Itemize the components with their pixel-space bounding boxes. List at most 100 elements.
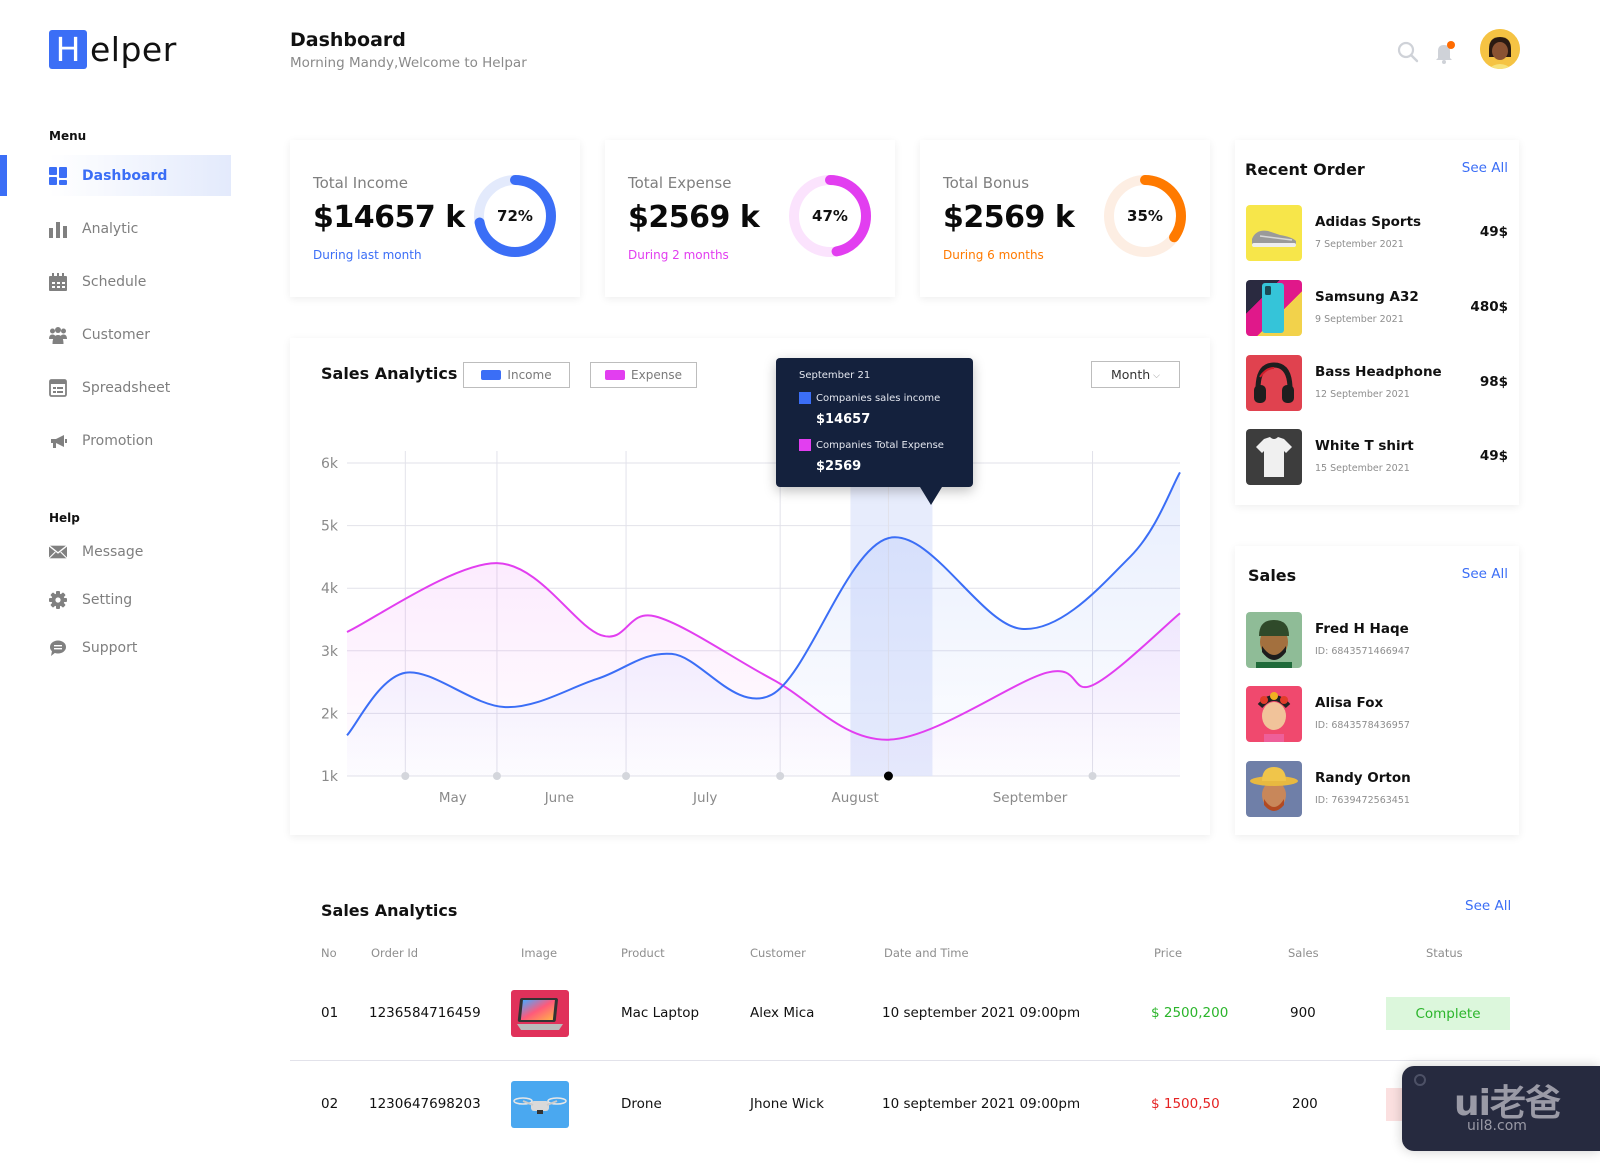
cell-customer: Alex Mica: [750, 1005, 815, 1021]
stat-value: $2569 k: [943, 200, 1075, 235]
sidebar-item-label: Analytic: [82, 220, 139, 237]
sidebar-item-schedule[interactable]: Schedule: [49, 261, 231, 302]
column-header-date[interactable]: Date and Time: [884, 946, 969, 960]
search-icon[interactable]: [1396, 40, 1420, 64]
column-header-price[interactable]: Price: [1154, 946, 1182, 960]
help-heading: Help: [49, 511, 80, 525]
chevron-down-icon: ⌵: [1153, 370, 1160, 381]
x-tick-label: June: [544, 790, 574, 806]
stat-card-expense: Total Expense $2569 k During 2 months 47…: [605, 140, 895, 297]
column-header-customer[interactable]: Customer: [750, 946, 806, 960]
row-divider: [290, 1060, 1520, 1061]
column-header-no[interactable]: No: [321, 946, 337, 960]
bar-chart-icon: [49, 220, 67, 238]
avatar-fred: [1246, 612, 1302, 668]
sidebar-item-spreadsheet[interactable]: Spreadsheet: [49, 367, 231, 408]
y-tick-label: 4k: [321, 581, 339, 597]
sidebar-item-message[interactable]: Message: [49, 531, 231, 572]
legend-income-toggle[interactable]: Income: [463, 362, 570, 388]
cell-sales: 900: [1290, 1005, 1316, 1021]
sales-analytics-chart-card: 6k 5k 4k 3k 2k 1k May June July August September S…: [290, 338, 1210, 835]
legend-expense-toggle[interactable]: Expense: [590, 362, 697, 388]
sales-see-all-link[interactable]: See All: [1462, 566, 1508, 582]
panel-title: Recent Order: [1245, 160, 1365, 179]
avatar-randy: [1246, 761, 1302, 817]
bell-icon[interactable]: [1432, 40, 1456, 64]
order-date: 9 September 2021: [1315, 314, 1404, 325]
salesperson-item[interactable]: Randy Orton ID: 7639472563451: [1246, 761, 1508, 817]
column-header-order-id[interactable]: Order Id: [371, 946, 418, 960]
x-point-marker[interactable]: [622, 772, 631, 780]
x-point-marker[interactable]: [1088, 772, 1097, 780]
sidebar-item-dashboard[interactable]: Dashboard: [49, 155, 231, 196]
megaphone-icon: [49, 432, 67, 450]
order-item[interactable]: Samsung A32 9 September 2021 480$: [1246, 280, 1508, 336]
order-item[interactable]: Bass Headphone 12 September 2021 98$: [1246, 355, 1508, 411]
order-name: Bass Headphone: [1315, 364, 1442, 380]
active-indicator: [0, 155, 7, 196]
laptop-image: [511, 990, 569, 1037]
order-price: 49$: [1479, 224, 1508, 240]
column-header-product[interactable]: Product: [621, 946, 665, 960]
cell-customer: Jhone Wick: [750, 1096, 824, 1112]
sidebar-item-label: Setting: [82, 591, 133, 608]
column-header-sales[interactable]: Sales: [1288, 946, 1319, 960]
tooltip-swatch: [799, 439, 811, 451]
x-tick-label: August: [832, 790, 879, 806]
tooltip-swatch: [799, 392, 811, 404]
sidebar-item-customer[interactable]: Customer: [49, 314, 231, 355]
sidebar-item-label: Message: [82, 543, 144, 560]
menu-heading: Menu: [49, 129, 87, 143]
user-avatar[interactable]: [1480, 29, 1520, 69]
dashboard-grid-icon: [49, 166, 67, 185]
salesperson-name: Alisa Fox: [1315, 695, 1384, 711]
drone-image: [511, 1081, 569, 1128]
tooltip-expense-row: Companies Total Expense: [799, 439, 944, 451]
x-tick-label: May: [439, 790, 467, 806]
order-price: 480$: [1470, 299, 1508, 315]
y-tick-label: 5k: [321, 519, 339, 535]
order-price: 98$: [1479, 374, 1508, 390]
x-point-marker[interactable]: [401, 772, 410, 780]
sidebar-item-promotion[interactable]: Promotion: [49, 420, 231, 461]
calendar-icon: [49, 272, 67, 291]
column-header-image[interactable]: Image: [521, 946, 557, 960]
table-see-all-link[interactable]: See All: [1465, 898, 1511, 914]
sneaker-image: [1246, 205, 1302, 261]
envelope-icon: [49, 543, 67, 561]
order-item[interactable]: White T shirt 15 September 2021 49$: [1246, 429, 1508, 485]
chat-bubble-icon: [49, 639, 67, 657]
sidebar-item-analytic[interactable]: Analytic: [49, 208, 231, 249]
salesperson-item[interactable]: Alisa Fox ID: 6843578436957: [1246, 686, 1508, 742]
sales-panel: Sales See All Fred H Haqe ID: 6843571466…: [1235, 546, 1519, 835]
cell-no: 01: [321, 1005, 339, 1021]
sidebar-item-label: Dashboard: [82, 167, 168, 184]
x-point-marker[interactable]: [776, 772, 785, 780]
x-tick-label: September: [993, 790, 1068, 806]
stat-note: During 2 months: [628, 248, 729, 262]
sidebar-item-label: Schedule: [82, 273, 147, 290]
y-tick-label: 2k: [321, 706, 339, 722]
sidebar-item-setting[interactable]: Setting: [49, 579, 231, 620]
app-logo[interactable]: H elper: [49, 30, 177, 69]
column-header-status[interactable]: Status: [1426, 946, 1463, 960]
x-point-marker[interactable]: [492, 772, 501, 780]
cell-product: Drone: [621, 1096, 662, 1112]
period-select[interactable]: Month ⌵: [1091, 361, 1180, 388]
order-name: Adidas Sports: [1315, 214, 1422, 230]
recent-order-see-all-link[interactable]: See All: [1462, 160, 1508, 176]
period-select-value: Month: [1110, 367, 1151, 382]
active-point-marker[interactable]: [883, 771, 893, 781]
users-icon: [49, 326, 67, 344]
sidebar-item-support[interactable]: Support: [49, 627, 231, 668]
watermark-hole: [1414, 1074, 1426, 1086]
stat-value: $2569 k: [628, 200, 760, 235]
tooltip-expense-value: $2569: [816, 459, 862, 474]
progress-percent: 47%: [812, 207, 848, 225]
salesperson-item[interactable]: Fred H Haqe ID: 6843571466947: [1246, 612, 1508, 668]
panel-title: Sales: [1248, 566, 1297, 585]
order-item[interactable]: Adidas Sports 7 September 2021 49$: [1246, 205, 1508, 261]
stat-note: During last month: [313, 248, 422, 262]
logo-text: elper: [90, 30, 177, 69]
salesperson-name: Fred H Haqe: [1315, 621, 1409, 637]
